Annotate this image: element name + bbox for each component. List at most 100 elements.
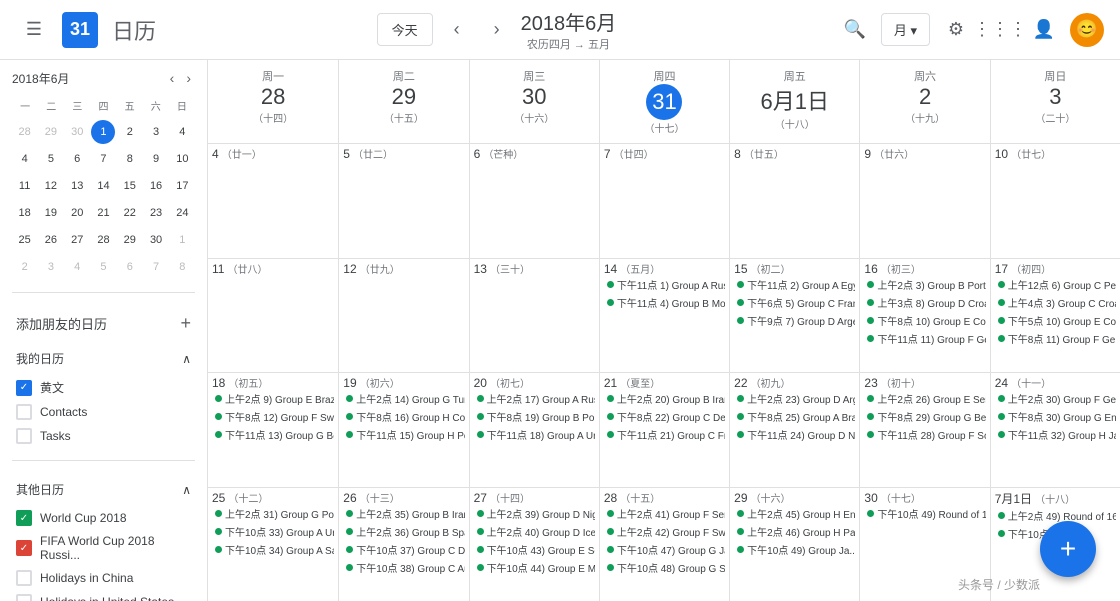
calendar-event[interactable]: 下午11点 15) Group H Po... <box>343 426 464 443</box>
calendar-event[interactable]: 上午2点 14) Group G Tun... <box>343 390 464 407</box>
calendar-cell[interactable]: 4 （廿一） <box>208 144 338 258</box>
calendar-event[interactable]: 下午10点 47) Group G Ja... <box>604 541 725 558</box>
calendar-cell[interactable]: 11 （廿八） <box>208 259 338 373</box>
calendar-cell[interactable]: 13 （三十） <box>469 259 599 373</box>
mini-cal-day[interactable]: 3 <box>39 255 63 279</box>
calendar-event[interactable]: 上午3点 8) Group D Croat... <box>864 294 985 311</box>
tasks-checkbox[interactable] <box>16 428 32 444</box>
calendar-cell[interactable]: 7 （廿四） <box>599 144 729 258</box>
mini-cal-day[interactable]: 1 <box>91 120 115 144</box>
calendar-event[interactable]: 上午2点 36) Group B Spa... <box>343 523 464 540</box>
hamburger-menu-button[interactable]: ☰ <box>16 12 52 48</box>
mini-prev-button[interactable]: ‹ <box>166 68 179 88</box>
today-button[interactable]: 今天 <box>377 13 433 46</box>
calendar-event[interactable]: 下午10点 44) Group E Me... <box>474 559 595 576</box>
mini-cal-day[interactable]: 13 <box>65 174 89 198</box>
calendar-cell[interactable]: 15 （初二）下午11点 2) Group A Egypt...下午6点 5) … <box>729 259 859 373</box>
mini-cal-day[interactable]: 9 <box>144 147 168 171</box>
calendar-event[interactable]: 下午8点 30) Group G Eng... <box>995 408 1116 425</box>
calendar-event[interactable]: 上午2点 31) Group G Pol... <box>212 505 334 522</box>
mini-cal-day[interactable]: 25 <box>13 228 37 252</box>
calendar-event[interactable]: 上午4点 3) Group C Croa... <box>995 294 1116 311</box>
calendar-cell[interactable]: 6 （芒种） <box>469 144 599 258</box>
calendar-event[interactable]: 上午2点 35) Group B Iran... <box>343 505 464 522</box>
calendar-cell[interactable]: 26 （十三）上午2点 35) Group B Iran...上午2点 36) … <box>338 488 468 601</box>
mini-cal-day[interactable]: 27 <box>65 228 89 252</box>
other-calendars-section[interactable]: 其他日历 ∧ <box>12 473 195 506</box>
calendar-item-tasks[interactable]: Tasks <box>12 424 195 448</box>
calendar-cell[interactable]: 23 （初十）上午2点 26) Group E Serb...下午8点 29) … <box>859 373 989 487</box>
calendar-cell[interactable]: 20 （初七）上午2点 17) Group A Rus...下午8点 19) G… <box>469 373 599 487</box>
my-calendars-section[interactable]: 我的日历 ∧ <box>12 342 195 375</box>
mini-cal-day[interactable]: 6 <box>118 255 142 279</box>
mini-cal-day[interactable]: 4 <box>13 147 37 171</box>
calendar-event[interactable]: 上午2点 49) Round of 16:... <box>995 507 1116 524</box>
mini-cal-day[interactable]: 5 <box>91 255 115 279</box>
calendar-event[interactable]: 下午11点 32) Group H Ja... <box>995 426 1116 443</box>
calendar-event[interactable]: 下午9点 7) Group D Arger... <box>734 312 855 329</box>
calendar-cell[interactable]: 14 （五月）下午11点 1) Group A Rus...下午11点 4) G… <box>599 259 729 373</box>
calendar-event[interactable]: 上午2点 45) Group H Eng... <box>734 505 855 522</box>
mini-cal-day[interactable]: 22 <box>118 201 142 225</box>
mini-cal-day[interactable]: 2 <box>13 255 37 279</box>
calendar-cell[interactable]: 17 （初四）上午12点 6) Group C Peru...上午4点 3) G… <box>990 259 1120 373</box>
mini-cal-day[interactable]: 21 <box>91 201 115 225</box>
mini-cal-day[interactable]: 6 <box>65 147 89 171</box>
mini-cal-day[interactable]: 29 <box>118 228 142 252</box>
calendar-cell[interactable]: 8 （廿五） <box>729 144 859 258</box>
calendar-cell[interactable]: 16 （初三）上午2点 3) Group B Portu...上午3点 8) G… <box>859 259 989 373</box>
calendar-event[interactable]: 上午2点 26) Group E Serb... <box>864 390 985 407</box>
mini-cal-day[interactable]: 2 <box>118 120 142 144</box>
calendar-event[interactable]: 下午11点 24) Group D Nic... <box>734 426 855 443</box>
calendar-event[interactable]: 下午10点 48) Group G Se... <box>604 559 725 576</box>
calendar-cell[interactable]: 22 （初九）上午2点 23) Group D Arg...下午8点 25) G… <box>729 373 859 487</box>
next-month-button[interactable]: › <box>481 14 513 46</box>
calendar-event[interactable]: 上午2点 23) Group D Arg... <box>734 390 855 407</box>
worldcup-checkbox[interactable]: ✓ <box>16 510 32 526</box>
calendar-event[interactable]: 下午10点 43) Group E So... <box>474 541 595 558</box>
fifaworldcup-checkbox[interactable]: ✓ <box>16 540 32 556</box>
calendar-event[interactable]: 下午5点 10) Group E Cos... <box>995 312 1116 329</box>
calendar-cell[interactable]: 19 （初六）上午2点 14) Group G Tun...下午8点 16) G… <box>338 373 468 487</box>
prev-month-button[interactable]: ‹ <box>441 14 473 46</box>
calendar-event[interactable]: 上午2点 3) Group B Portu... <box>864 276 985 293</box>
calendar-event[interactable]: 下午11点 4) Group B Mor... <box>604 294 725 311</box>
calendar-cell[interactable]: 18 （初五）上午2点 9) Group E Brazil...下午8点 12)… <box>208 373 338 487</box>
calendar-event[interactable]: 上午2点 46) Group H Pan... <box>734 523 855 540</box>
mini-cal-day[interactable]: 15 <box>118 174 142 198</box>
calendar-cell[interactable]: 9 （廿六） <box>859 144 989 258</box>
holidays-us-checkbox[interactable] <box>16 594 32 601</box>
calendar-item-contacts[interactable]: Contacts <box>12 400 195 424</box>
mini-cal-day[interactable]: 28 <box>91 228 115 252</box>
calendar-item-holidays-us[interactable]: Holidays in United States <box>12 590 195 601</box>
calendar-event[interactable]: 下午11点 28) Group F So... <box>864 426 985 443</box>
calendar-cell[interactable]: 27 （十四）上午2点 39) Group D Nig...上午2点 40) G… <box>469 488 599 601</box>
calendar-event[interactable]: 下午10点 38) Group C Au... <box>343 559 464 576</box>
calendar-event[interactable]: 下午10点 33) Group A Uri... <box>212 523 334 540</box>
calendar-event[interactable]: 下午11点 11) Group F Ge... <box>864 330 985 347</box>
mini-cal-day[interactable]: 10 <box>170 147 194 171</box>
calendar-event[interactable]: 下午11点 2) Group A Egypt... <box>734 276 855 293</box>
mini-cal-day[interactable]: 1 <box>170 228 194 252</box>
mini-cal-day[interactable]: 12 <box>39 174 63 198</box>
calendar-event[interactable]: 下午10点 37) Group C De... <box>343 541 464 558</box>
calendar-cell[interactable]: 25 （十二）上午2点 31) Group G Pol...下午10点 33) … <box>208 488 338 601</box>
calendar-event[interactable]: 上午2点 17) Group A Rus... <box>474 390 595 407</box>
create-event-button[interactable]: + <box>1040 521 1096 577</box>
calendar-cell[interactable]: 28 （十五）上午2点 41) Group F Serb...上午2点 42) … <box>599 488 729 601</box>
mini-cal-day[interactable]: 20 <box>65 201 89 225</box>
mini-cal-day[interactable]: 7 <box>91 147 115 171</box>
calendar-event[interactable]: 下午11点 13) Group G Be... <box>212 426 334 443</box>
calendar-event[interactable]: 下午8点 22) Group C Den... <box>604 408 725 425</box>
mini-cal-day[interactable]: 7 <box>144 255 168 279</box>
calendar-event[interactable]: 上午2点 40) Group D Ice... <box>474 523 595 540</box>
mini-cal-day[interactable]: 8 <box>118 147 142 171</box>
mini-cal-day[interactable]: 4 <box>170 120 194 144</box>
view-selector-button[interactable]: 月 ▾ <box>881 13 930 46</box>
calendar-event[interactable]: 下午8点 16) Group H Col... <box>343 408 464 425</box>
calendar-cell[interactable]: 24 （十一）上午2点 30) Group F Gern...下午8点 30) … <box>990 373 1120 487</box>
calendar-event[interactable]: 下午10点 49) Round of 1t... <box>864 505 985 522</box>
mini-cal-day[interactable]: 5 <box>39 147 63 171</box>
calendar-item-huangwen[interactable]: ✓ 黄文 <box>12 375 195 400</box>
user-avatar[interactable]: 😊 <box>1070 13 1104 47</box>
